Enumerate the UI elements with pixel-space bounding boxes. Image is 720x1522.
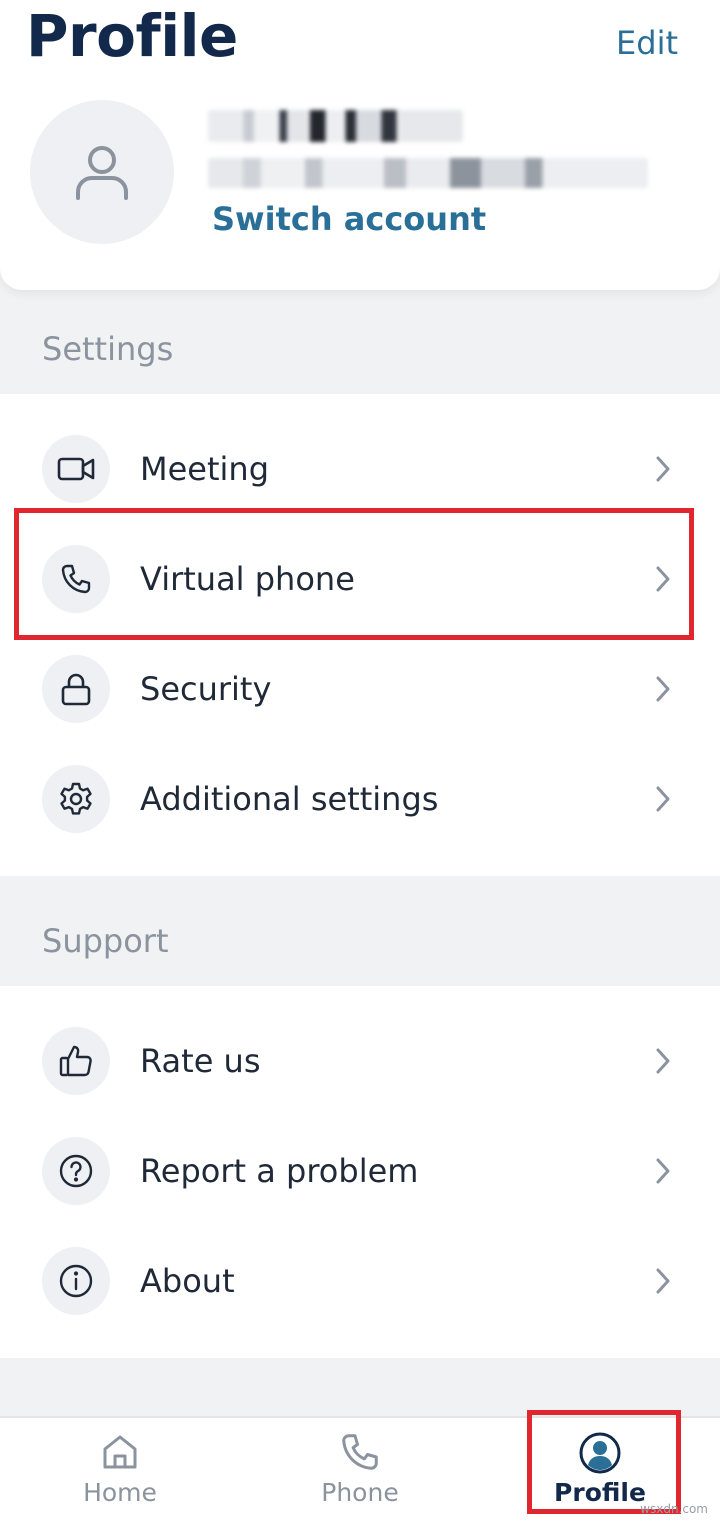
support-section-label: Support: [42, 922, 169, 960]
highlight-profile-tab: [527, 1410, 681, 1514]
highlight-virtual-phone: [14, 508, 694, 640]
profile-header: Profile Edit Switch account: [0, 0, 720, 290]
tab-home[interactable]: Home: [0, 1418, 240, 1522]
video-camera-icon: [42, 435, 110, 503]
settings-section-label: Settings: [42, 330, 174, 368]
lock-icon: [42, 655, 110, 723]
avatar[interactable]: [30, 100, 174, 244]
page-title: Profile: [26, 2, 238, 70]
settings-item-additional-settings[interactable]: Additional settings: [0, 744, 720, 854]
tab-phone[interactable]: Phone: [240, 1418, 480, 1522]
support-list: Rate us Report a problem About: [0, 986, 720, 1358]
chevron-right-icon: [652, 1045, 674, 1077]
switch-account-link[interactable]: Switch account: [212, 200, 486, 238]
support-item-label: About: [140, 1262, 235, 1300]
thumbs-up-icon: [42, 1027, 110, 1095]
info-circle-icon: [42, 1247, 110, 1315]
support-item-about[interactable]: About: [0, 1226, 720, 1336]
watermark: wsxdn.com: [640, 1502, 708, 1516]
phone-icon: [240, 1432, 480, 1476]
support-item-report-a-problem[interactable]: Report a problem: [0, 1116, 720, 1226]
gear-icon: [42, 765, 110, 833]
tab-label: Phone: [321, 1478, 399, 1507]
chevron-right-icon: [652, 783, 674, 815]
chevron-right-icon: [652, 1265, 674, 1297]
settings-item-label: Security: [140, 670, 272, 708]
account-email-redacted: [208, 158, 648, 188]
settings-item-security[interactable]: Security: [0, 634, 720, 744]
chevron-right-icon: [652, 453, 674, 485]
chevron-right-icon: [652, 673, 674, 705]
question-circle-icon: [42, 1137, 110, 1205]
settings-item-label: Additional settings: [140, 780, 439, 818]
edit-button[interactable]: Edit: [616, 24, 678, 62]
tab-label: Home: [83, 1478, 157, 1507]
support-item-label: Rate us: [140, 1042, 261, 1080]
support-item-rate-us[interactable]: Rate us: [0, 1006, 720, 1116]
account-name-redacted: [208, 110, 463, 142]
support-item-label: Report a problem: [140, 1152, 419, 1190]
settings-item-label: Meeting: [140, 450, 270, 488]
chevron-right-icon: [652, 1155, 674, 1187]
home-icon: [0, 1432, 240, 1476]
user-icon: [76, 146, 128, 200]
